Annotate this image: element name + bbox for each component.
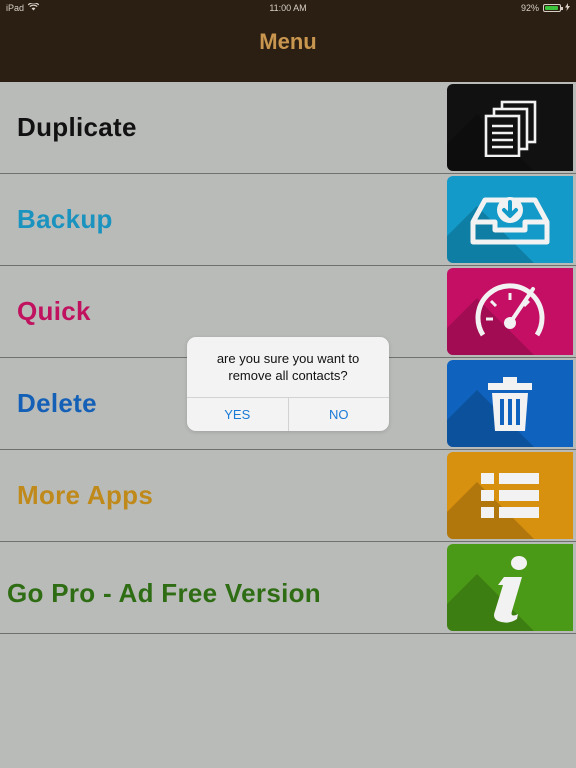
menu-item-label: More Apps <box>17 480 154 510</box>
list-icon <box>481 472 539 518</box>
battery-percent: 92% <box>520 3 539 13</box>
status-bar: iPad 11:00 AM 92% <box>0 0 576 16</box>
confirm-delete-dialog: are you sure you want to remove all cont… <box>187 337 389 431</box>
more-apps-tile[interactable] <box>447 452 573 539</box>
status-time: 11:00 AM <box>269 3 307 13</box>
download-tray-icon <box>470 196 550 244</box>
menu-item-label: Quick <box>17 296 91 326</box>
no-button[interactable]: NO <box>287 398 390 431</box>
backup-tile[interactable] <box>447 176 573 263</box>
menu-item-go-pro[interactable]: Go Pro - Ad Free Version <box>0 542 576 634</box>
dialog-message: are you sure you want to remove all cont… <box>216 351 360 383</box>
menu-item-label: Delete <box>17 388 97 418</box>
battery-icon <box>543 4 563 12</box>
menu-item-backup[interactable]: Backup <box>0 174 576 266</box>
menu-item-more-apps[interactable]: More Apps <box>0 450 576 542</box>
quick-tile[interactable] <box>447 268 573 355</box>
yes-button[interactable]: YES <box>187 398 288 431</box>
copy-documents-icon <box>484 100 537 157</box>
trash-icon <box>488 376 532 431</box>
menu-item-label: Duplicate <box>17 112 137 142</box>
charging-icon <box>565 3 570 13</box>
delete-tile[interactable] <box>447 360 573 447</box>
menu-item-duplicate[interactable]: Duplicate <box>0 82 576 174</box>
speedometer-icon <box>475 282 545 336</box>
dialog-buttons: YES NO <box>187 397 389 431</box>
info-icon <box>494 555 527 623</box>
go-pro-tile[interactable] <box>447 544 573 631</box>
menu-item-label: Backup <box>17 204 113 234</box>
page-title: Menu <box>259 29 317 54</box>
duplicate-tile[interactable] <box>447 84 573 171</box>
navigation-bar: Menu <box>0 16 576 83</box>
menu-item-label: Go Pro - Ad Free Version <box>7 578 321 608</box>
